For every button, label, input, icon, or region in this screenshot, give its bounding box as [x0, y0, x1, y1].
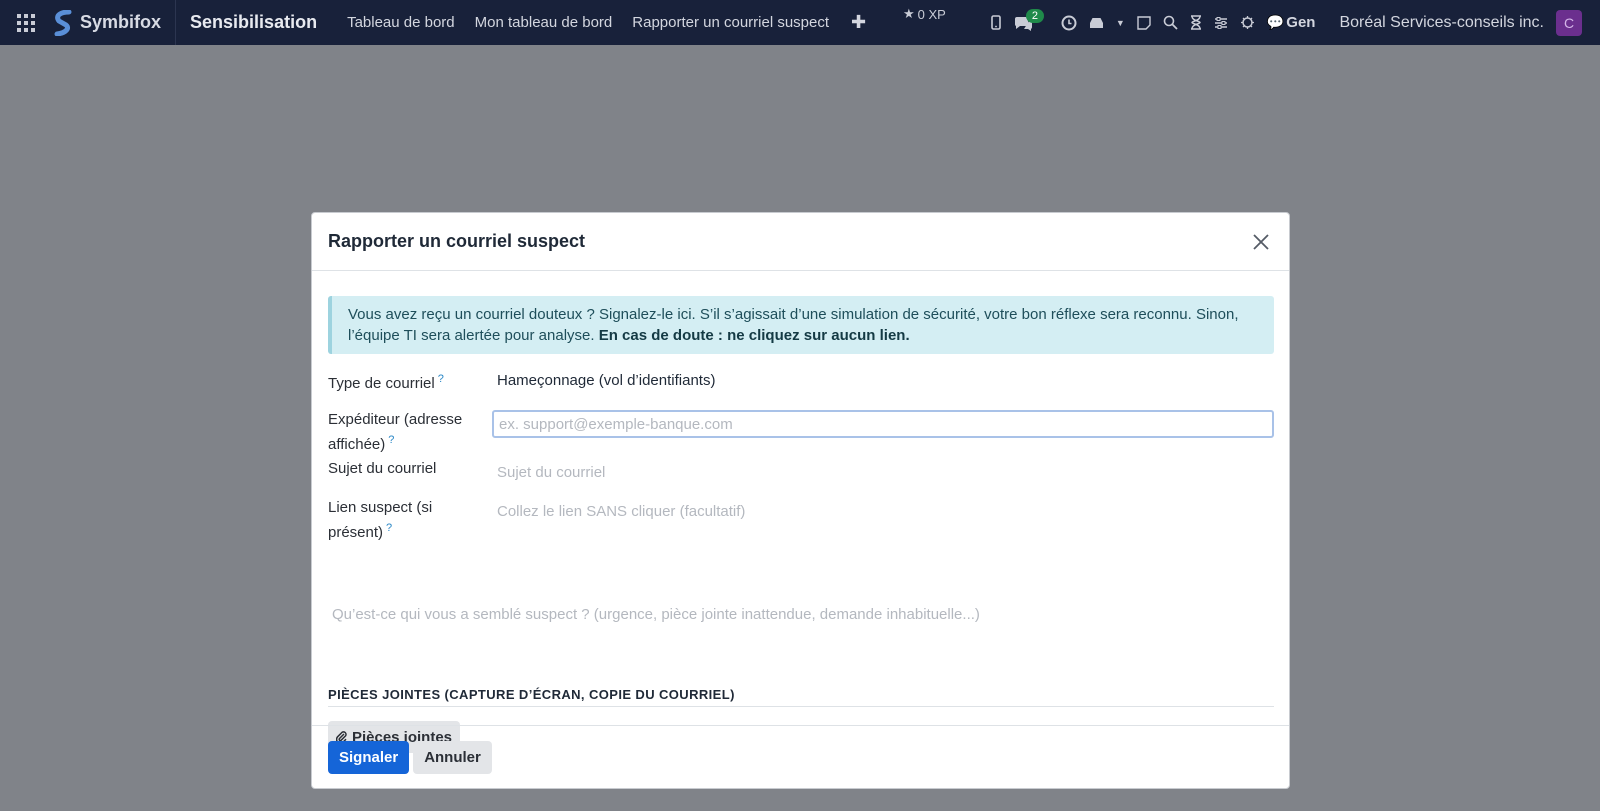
app-title[interactable]: Sensibilisation — [176, 12, 337, 33]
link-label-text: Lien suspect (si présent) — [328, 499, 433, 541]
help-tooltip-icon[interactable]: ? — [438, 373, 444, 385]
brand-name: Symbifox — [80, 12, 162, 32]
gen-chat-button[interactable]: 💬 Gen — [1261, 0, 1322, 45]
messages-icon[interactable]: 2 — [1007, 0, 1055, 45]
inbox-icon[interactable] — [1083, 0, 1110, 45]
email-type-label-text: Type de courriel — [328, 375, 435, 392]
dialog-body: Vous avez reçu un courriel douteux ? Sig… — [312, 271, 1289, 753]
xp-value: 0 XP — [917, 6, 946, 22]
note-icon[interactable] — [1131, 0, 1157, 45]
suspect-link-input[interactable] — [492, 497, 1274, 525]
report-email-dialog: Rapporter un courriel suspect Vous avez … — [311, 212, 1290, 789]
info-alert: Vous avez reçu un courriel douteux ? Sig… — [328, 296, 1274, 354]
top-navbar: Symbifox Sensibilisation Tableau de bord… — [0, 0, 1600, 45]
subject-label: Sujet du courriel — [328, 460, 437, 477]
dialog-footer: Signaler Annuler — [312, 725, 1289, 788]
star-icon: ★ — [903, 6, 915, 21]
sender-label: Expéditeur (adresse affichée)? — [328, 409, 478, 455]
gen-label: Gen — [1286, 14, 1316, 31]
cancel-button[interactable]: Annuler — [413, 740, 492, 774]
bug-icon[interactable] — [1234, 0, 1261, 45]
chat-bubble-icon: 💬 — [1266, 14, 1285, 30]
sender-label-text: Expéditeur (adresse affichée) — [328, 411, 463, 453]
help-tooltip-icon[interactable]: ? — [388, 434, 394, 446]
alert-warning-bold: En cas de doute : ne cliquez sur aucun l… — [598, 327, 910, 344]
menu-item-report-email[interactable]: Rapporter un courriel suspect — [622, 14, 839, 31]
email-type-value[interactable]: Hameçonnage (vol d’identifiants) — [497, 372, 715, 389]
sender-input[interactable] — [492, 410, 1274, 438]
menu-item-dashboard[interactable]: Tableau de bord — [337, 14, 465, 31]
messages-count-badge: 2 — [1025, 9, 1045, 23]
subject-input[interactable] — [492, 458, 1274, 486]
dialog-header: Rapporter un courriel suspect — [312, 213, 1289, 271]
symbifox-logo-icon — [54, 9, 72, 36]
caret-down-icon[interactable]: ▼ — [1110, 0, 1131, 45]
attachments-section-title: PIÈCES JOINTES (CAPTURE D’ÉCRAN, COPIE D… — [328, 687, 1274, 707]
details-textarea[interactable] — [328, 604, 1274, 644]
help-tooltip-icon[interactable]: ? — [386, 522, 392, 534]
dialog-title: Rapporter un courriel suspect — [328, 231, 586, 251]
hourglass-icon[interactable] — [1184, 0, 1208, 45]
brand-logo[interactable]: Symbifox — [52, 0, 177, 45]
link-label: Lien suspect (si présent)? — [328, 497, 478, 543]
menu-item-my-dashboard[interactable]: Mon tableau de bord — [465, 14, 623, 31]
email-type-label: Type de courriel? — [328, 369, 478, 394]
sliders-icon[interactable] — [1208, 0, 1234, 45]
xp-counter[interactable]: ★ 0 XP — [903, 6, 946, 22]
close-icon[interactable] — [1249, 230, 1273, 254]
apps-grid-icon[interactable] — [0, 0, 52, 45]
submit-report-button[interactable]: Signaler — [328, 740, 410, 774]
clock-icon[interactable] — [1055, 0, 1083, 45]
search-icon[interactable] — [1157, 0, 1184, 45]
add-menu-plus-icon[interactable]: ✚ — [839, 12, 878, 33]
user-avatar[interactable]: C — [1556, 9, 1582, 36]
mobile-icon[interactable] — [985, 0, 1007, 45]
company-switcher[interactable]: Boréal Services-conseils inc. — [1321, 14, 1556, 32]
